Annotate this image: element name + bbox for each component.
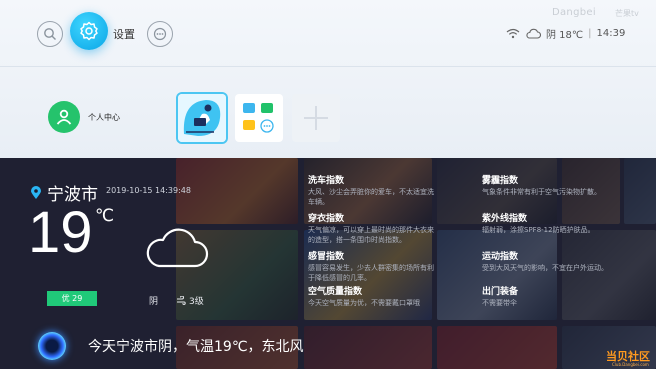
cloudy-weather-icon	[146, 228, 209, 268]
wind-level: 3级	[189, 297, 204, 307]
cloud-icon	[526, 28, 541, 39]
index-desc: 气象条件非常有利于空气污染物扩散。	[482, 188, 601, 196]
plus-icon	[304, 106, 328, 130]
settings-button[interactable]	[70, 12, 108, 50]
app-tile-featured[interactable]	[178, 94, 226, 142]
brand-logo: Dangbei	[552, 7, 596, 18]
index-desc: 辐射弱，涂擦SPF8-12防晒护肤品。	[482, 226, 595, 234]
index-title: 紫外线指数	[482, 214, 528, 224]
status-weather: 阴 18℃	[546, 29, 584, 41]
settings-label: 设置	[113, 28, 135, 41]
wind-info: 3级	[176, 294, 204, 307]
weather-time: 14:39:48	[155, 186, 191, 195]
app-folder-tile[interactable]	[235, 94, 283, 142]
reading-person-icon	[178, 94, 226, 142]
voice-assistant-orb-icon[interactable]	[38, 332, 66, 360]
status-time: 14:39	[596, 27, 626, 39]
aqi-badge: 优 29	[47, 291, 97, 306]
index-title: 出门装备	[482, 287, 519, 297]
partner-logo: 芒果tv	[615, 9, 639, 18]
user-icon	[56, 109, 72, 125]
gear-icon	[80, 21, 98, 41]
index-title: 运动指数	[482, 252, 519, 262]
index-desc: 不需要带伞	[482, 299, 517, 307]
index-title: 洗车指数	[308, 176, 345, 186]
temperature-value: 19	[28, 200, 93, 265]
location-pin-icon	[31, 185, 41, 199]
search-icon	[44, 28, 56, 40]
app-folder-icon	[243, 103, 274, 133]
weather-datetime: 2019-10-15 14:39:48	[106, 186, 191, 195]
index-title: 感冒指数	[308, 252, 345, 262]
message-bubble-icon	[153, 27, 167, 41]
index-title: 空气质量指数	[308, 287, 363, 297]
index-desc: 大风、沙尘会弄脏你的爱车，不太适宜洗车辆。	[308, 188, 434, 206]
search-button[interactable]	[37, 21, 63, 47]
wind-icon	[177, 296, 186, 305]
status-bar: 阴 18℃ | 14:39	[506, 26, 626, 41]
index-desc: 受到大风天气的影响，不宜在户外运动。	[482, 264, 608, 272]
add-app-tile[interactable]	[292, 94, 340, 142]
index-title: 穿衣指数	[308, 214, 345, 224]
voice-response-text: 今天宁波市阴，气温19℃，东北风	[88, 339, 304, 355]
index-desc: 感冒容易发生，少去人群密集的场所有利于降低感冒的几率。	[308, 264, 434, 282]
user-center-label: 个人中心	[88, 113, 120, 122]
message-button[interactable]	[147, 21, 173, 47]
user-center-button[interactable]	[48, 101, 80, 133]
temperature-unit: ℃	[95, 206, 115, 226]
community-watermark-url: Club.Dangbei.com	[612, 362, 649, 367]
status-divider: |	[588, 27, 592, 39]
index-title: 雾霾指数	[482, 176, 519, 186]
weather-date: 2019-10-15	[106, 186, 153, 195]
index-desc: 今天空气质量为优，不需要戴口罩哦	[308, 299, 420, 307]
aqi-value: 29	[72, 294, 83, 303]
weather-condition: 阴	[149, 297, 159, 307]
wifi-icon	[506, 28, 520, 38]
header-divider	[0, 66, 656, 67]
aqi-label: 优	[61, 294, 70, 303]
index-desc: 天气偏凉，可以穿上最时尚的那件大衣来的造型，搭一条围巾时尚指数。	[308, 226, 434, 244]
